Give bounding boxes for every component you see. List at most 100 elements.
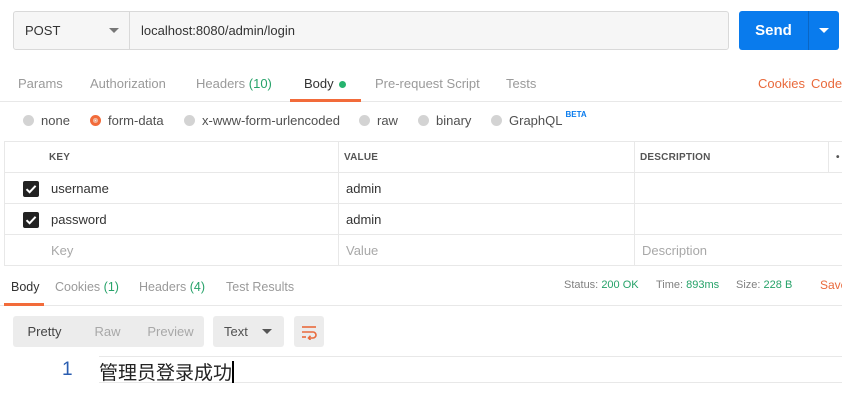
radio-circle-icon	[23, 115, 34, 126]
send-button[interactable]: Send	[739, 11, 808, 50]
method-label: POST	[25, 23, 61, 38]
radio-selected-icon	[90, 115, 101, 126]
table-header-row: KEY VALUE DESCRIPTION •	[4, 142, 842, 173]
tab-body-label: Body	[304, 76, 334, 91]
divider	[338, 141, 339, 265]
tab-label: Cookies	[55, 280, 101, 294]
response-body-editor[interactable]: 管理员登录成功	[99, 358, 235, 385]
code-link[interactable]: Code	[811, 76, 842, 91]
time-readout: Time: 893ms	[656, 279, 719, 291]
table-row: password admin	[4, 204, 842, 235]
send-button-group: Send	[739, 11, 839, 50]
size-readout: Size: 228 B	[736, 279, 792, 291]
beta-badge: BETA	[565, 110, 587, 119]
radio-graphql[interactable]: GraphQL BETA	[491, 110, 587, 128]
radio-circle-icon	[184, 115, 195, 126]
line-number: 1	[62, 359, 73, 380]
status-value: 200 OK	[601, 279, 639, 291]
tab-response-cookies[interactable]: Cookies (1)	[55, 280, 119, 294]
format-label: Text	[224, 324, 248, 339]
cookies-link[interactable]: Cookies	[758, 76, 805, 91]
tab-authorization[interactable]: Authorization	[90, 76, 166, 91]
status-readout: Status: 200 OK	[564, 279, 639, 291]
radio-label: GraphQL	[509, 113, 563, 128]
checkmark-icon	[25, 185, 37, 194]
wrap-lines-button[interactable]	[294, 316, 324, 347]
time-value: 893ms	[686, 279, 720, 291]
tab-response-body[interactable]: Body	[11, 280, 40, 294]
headers-count-badge: (4)	[189, 280, 206, 294]
wrap-lines-icon	[302, 325, 317, 340]
key-placeholder[interactable]: Key	[51, 235, 73, 265]
body-type-options: none form-data x-www-form-urlencoded raw…	[0, 110, 842, 131]
params-table: KEY VALUE DESCRIPTION • username admin p…	[4, 141, 842, 266]
url-input[interactable]: localhost:8080/admin/login	[130, 12, 728, 49]
cookies-count-badge: (1)	[103, 280, 119, 294]
tab-prerequest-script[interactable]: Pre-request Script	[375, 76, 480, 91]
radio-raw[interactable]: raw	[359, 113, 398, 128]
url-bar: POST localhost:8080/admin/login	[13, 11, 729, 50]
chevron-down-icon	[109, 28, 119, 33]
method-select[interactable]: POST	[14, 12, 130, 49]
view-pretty-button[interactable]: Pretty	[13, 316, 76, 347]
active-tab-indicator	[4, 303, 44, 306]
value-placeholder[interactable]: Value	[346, 235, 378, 265]
tab-tests[interactable]: Tests	[506, 76, 536, 91]
status-label: Status:	[564, 279, 599, 291]
radio-label: binary	[436, 113, 472, 128]
view-mode-group: Pretty Raw Preview	[13, 316, 204, 347]
divider	[634, 141, 635, 265]
view-raw-button[interactable]: Raw	[76, 316, 139, 347]
active-tab-indicator	[290, 99, 361, 102]
column-header-key: KEY	[49, 151, 71, 163]
tab-body[interactable]: Body	[304, 76, 346, 91]
chevron-down-icon	[261, 329, 272, 334]
response-tabs: Body Cookies (1) Headers (4) Test Result…	[0, 266, 842, 306]
radio-circle-icon	[418, 115, 429, 126]
divider	[828, 141, 829, 172]
size-label: Size:	[736, 279, 761, 291]
radio-none[interactable]: none	[23, 113, 70, 128]
time-label: Time:	[656, 279, 684, 291]
param-value[interactable]: admin	[346, 204, 381, 234]
request-tabs: Params Authorization Headers (10) Body P…	[0, 66, 842, 102]
radio-circle-icon	[359, 115, 370, 126]
radio-circle-icon	[491, 115, 502, 126]
radio-binary[interactable]: binary	[418, 113, 471, 128]
text-cursor	[232, 361, 235, 383]
tab-label: Headers	[139, 280, 187, 294]
param-key[interactable]: username	[51, 173, 109, 203]
radio-label: form-data	[108, 113, 164, 128]
table-row: username admin	[4, 173, 842, 204]
param-value[interactable]: admin	[346, 173, 381, 203]
format-select[interactable]: Text	[213, 316, 284, 347]
tab-response-headers[interactable]: Headers (4)	[139, 280, 205, 294]
description-placeholder[interactable]: Description	[642, 235, 707, 265]
tab-params[interactable]: Params	[18, 76, 63, 91]
column-header-value: VALUE	[344, 151, 379, 163]
tab-test-results[interactable]: Test Results	[226, 280, 294, 294]
radio-form-data[interactable]: form-data	[90, 113, 164, 128]
view-preview-button[interactable]: Preview	[139, 316, 202, 347]
table-row-new: Key Value Description	[4, 235, 842, 266]
radio-label: none	[41, 113, 70, 128]
status-dot-icon	[338, 81, 346, 89]
radio-urlencoded[interactable]: x-www-form-urlencoded	[184, 113, 340, 128]
row-checkbox[interactable]	[23, 212, 39, 228]
save-response-button[interactable]: Save	[820, 278, 842, 292]
chevron-down-icon	[819, 28, 829, 33]
row-checkbox[interactable]	[23, 181, 39, 197]
more-options-icon[interactable]: •	[836, 142, 840, 172]
radio-label: x-www-form-urlencoded	[202, 113, 340, 128]
param-key[interactable]: password	[51, 204, 107, 234]
tab-headers[interactable]: Headers (10)	[196, 76, 272, 91]
send-options-button[interactable]	[809, 11, 839, 50]
headers-count-badge: (10)	[248, 76, 272, 91]
tab-headers-label: Headers	[196, 76, 246, 91]
column-header-description: DESCRIPTION	[640, 151, 711, 163]
size-value: 228 B	[763, 279, 793, 291]
checkmark-icon	[25, 216, 37, 225]
divider	[4, 141, 5, 265]
radio-label: raw	[377, 113, 398, 128]
response-body-text: 管理员登录成功	[99, 362, 233, 384]
